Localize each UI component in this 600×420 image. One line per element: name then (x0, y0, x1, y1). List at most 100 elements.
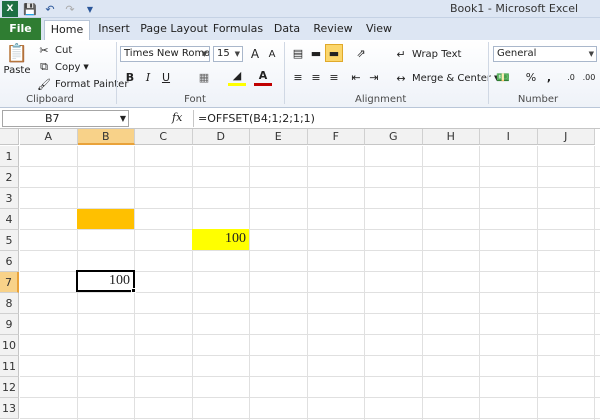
column-header-e[interactable]: E (250, 129, 308, 145)
align-center-icon[interactable]: ≡ (307, 68, 325, 86)
column-header-g[interactable]: G (365, 129, 423, 145)
column-header-c[interactable]: C (135, 129, 193, 145)
undo-icon[interactable]: ↶ (42, 1, 58, 17)
tab-page-layout[interactable]: Page Layout (140, 20, 208, 40)
column-header-i[interactable]: I (480, 129, 538, 145)
row-header-2[interactable]: 2 (0, 167, 19, 188)
gridline-horizontal (20, 292, 600, 293)
row-header-4[interactable]: 4 (0, 209, 19, 230)
row-header-8[interactable]: 8 (0, 293, 19, 314)
row-header-6[interactable]: 6 (0, 251, 19, 272)
tab-data[interactable]: Data (271, 20, 303, 40)
ribbon-tabs: File Home Insert Page Layout Formulas Da… (0, 18, 600, 40)
chevron-down-icon: ▼ (588, 50, 594, 58)
select-all-corner[interactable] (0, 129, 19, 145)
paste-button[interactable]: 📋 Paste (4, 42, 31, 77)
clipboard-group-label: Clipboard (26, 94, 74, 105)
gridline-horizontal (20, 397, 600, 398)
copy-icon: ⧉ (40, 60, 48, 73)
group-separator (284, 42, 285, 104)
percent-button[interactable]: % (522, 68, 540, 86)
align-left-icon[interactable]: ≡ (289, 68, 307, 86)
column-header-f[interactable]: F (307, 129, 365, 145)
cell-b7[interactable]: 100 (76, 270, 135, 292)
chevron-down-icon[interactable]: ▼ (120, 111, 126, 126)
redo-icon[interactable]: ↷ (62, 1, 78, 17)
tab-review[interactable]: Review (311, 20, 355, 40)
font-name-dropdown[interactable]: Times New Roman ▼ (120, 46, 210, 62)
cut-button[interactable]: ✂ Cut (36, 42, 72, 58)
row-header-1[interactable]: 1 (0, 146, 19, 167)
comma-button[interactable]: , (540, 68, 558, 86)
copy-button[interactable]: ⧉ Copy ▼ (36, 59, 89, 75)
gridline-horizontal (20, 229, 600, 230)
number-format-dropdown[interactable]: General ▼ (493, 46, 597, 62)
font-size-dropdown[interactable]: 15 ▼ (213, 46, 243, 62)
tab-home[interactable]: Home (44, 20, 90, 40)
chevron-down-icon[interactable]: ▼ (83, 63, 88, 71)
column-header-d[interactable]: D (192, 129, 250, 145)
wrap-text-button[interactable]: ↵ Wrap Text (393, 46, 461, 62)
shrink-font-button[interactable]: A (263, 45, 281, 63)
italic-button[interactable]: I (139, 68, 157, 86)
column-header-a[interactable]: A (20, 129, 78, 145)
ribbon-home: 📋 Paste ✂ Cut ⧉ Copy ▼ 🖌 Format Painter … (0, 40, 600, 108)
align-top-icon[interactable]: ▤ (289, 44, 307, 62)
column-header-b[interactable]: B (77, 129, 135, 145)
chevron-down-icon: ▼ (234, 50, 240, 58)
fill-color-icon[interactable]: ◢ (228, 68, 246, 86)
row-header-5[interactable]: 5 (0, 230, 19, 251)
window-title: Book1 - Microsoft Excel (450, 2, 579, 15)
column-header-h[interactable]: H (422, 129, 480, 145)
align-right-icon[interactable]: ≡ (325, 68, 343, 86)
row-header-7[interactable]: 7 (0, 272, 19, 293)
gridline-horizontal (20, 313, 600, 314)
cell-d5[interactable]: 100 (192, 229, 249, 250)
increase-indent-icon[interactable]: ⇥ (365, 68, 383, 86)
format-painter-button[interactable]: 🖌 Format Painter (36, 76, 128, 92)
column-header-j[interactable]: J (537, 129, 595, 145)
formula-bar: B7 ▼ fx =OFFSET(B4;1;2;1;1) (0, 108, 600, 129)
decrease-indent-icon[interactable]: ⇤ (347, 68, 365, 86)
bold-button[interactable]: B (121, 68, 139, 86)
row-header-13[interactable]: 13 (0, 398, 19, 419)
number-group-label: Number (517, 94, 559, 105)
increase-decimal-button[interactable]: .0 (562, 68, 580, 86)
name-box[interactable]: B7 ▼ (2, 110, 129, 127)
cell-b4[interactable] (77, 209, 134, 229)
font-group-label: Font (184, 94, 206, 105)
gridline-horizontal (20, 166, 600, 167)
chevron-down-icon: ▼ (201, 50, 207, 58)
formula-input[interactable]: =OFFSET(B4;1;2;1;1) (193, 110, 598, 127)
currency-icon[interactable]: 💵 (494, 68, 512, 86)
merge-center-button[interactable]: ↔ Merge & Center ▼ (393, 70, 499, 86)
tab-file[interactable]: File (0, 18, 41, 40)
quick-access-toolbar: X 💾 ↶ ↷ ▼ (2, 1, 98, 17)
save-icon[interactable]: 💾 (22, 1, 38, 17)
decrease-decimal-button[interactable]: .00 (580, 68, 598, 86)
align-middle-icon[interactable]: ▬ (307, 44, 325, 62)
gridline-horizontal (20, 355, 600, 356)
row-header-10[interactable]: 10 (0, 335, 19, 356)
row-header-12[interactable]: 12 (0, 377, 19, 398)
orientation-icon[interactable]: ⇗ (352, 44, 370, 62)
borders-icon[interactable]: ▦ (195, 68, 213, 86)
grow-font-button[interactable]: A (246, 45, 264, 63)
row-header-9[interactable]: 9 (0, 314, 19, 335)
row-header-3[interactable]: 3 (0, 188, 19, 209)
row-header-11[interactable]: 11 (0, 356, 19, 377)
tab-view[interactable]: View (362, 20, 396, 40)
alignment-group-label: Alignment (355, 94, 407, 105)
tab-insert[interactable]: Insert (94, 20, 134, 40)
excel-logo-icon: X (2, 1, 18, 17)
underline-button[interactable]: U (157, 68, 175, 86)
worksheet-grid[interactable]: ABCDEFGHIJ 1 2 3 4 5 6 7 8 9 10 11 12 13 100 100 (0, 129, 600, 420)
customize-icon[interactable]: ▼ (82, 1, 98, 17)
brush-icon: 🖌 (37, 77, 51, 91)
tab-formulas[interactable]: Formulas (212, 20, 264, 40)
fill-handle[interactable] (131, 288, 136, 293)
insert-function-button[interactable]: fx (172, 111, 182, 124)
title-bar: X 💾 ↶ ↷ ▼ Book1 - Microsoft Excel (0, 0, 600, 18)
font-color-icon[interactable]: A (254, 68, 272, 86)
align-bottom-icon[interactable]: ▬ (325, 44, 343, 62)
